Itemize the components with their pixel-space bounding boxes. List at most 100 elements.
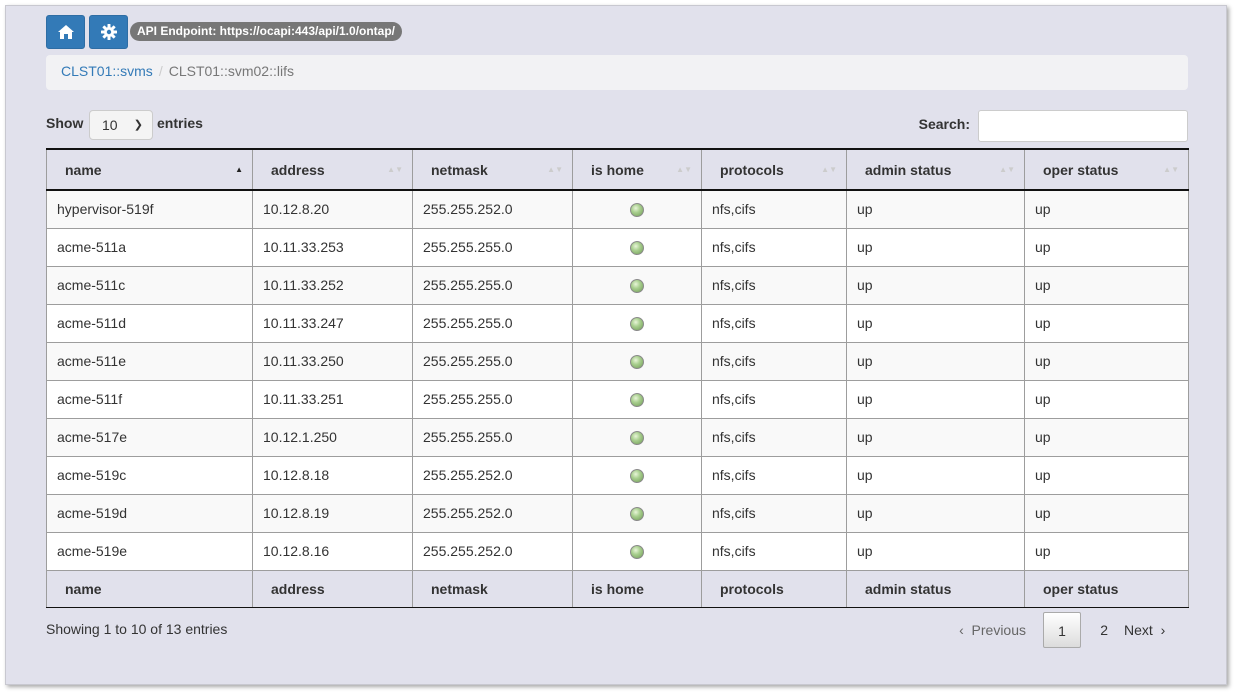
- cell-address: 10.11.33.251: [252, 379, 413, 419]
- column-header-oper-status[interactable]: oper status ▲▼: [1024, 148, 1189, 191]
- cell-address: 10.11.33.250: [252, 341, 413, 381]
- cell-is-home: [572, 189, 702, 229]
- cell-netmask: 255.255.255.0: [412, 265, 573, 305]
- previous-label: Previous: [971, 621, 1026, 638]
- table-body: hypervisor-519f 10.12.8.20 255.255.252.0 nf…: [46, 189, 1189, 571]
- cell-admin-status: up: [846, 265, 1025, 305]
- next-page-button[interactable]: Next ›: [1124, 612, 1188, 648]
- status-green-dot-icon: [630, 355, 644, 370]
- cell-address: 10.12.8.19: [252, 493, 413, 533]
- column-header-address[interactable]: address ▲▼: [252, 148, 413, 191]
- cell-netmask: 255.255.255.0: [412, 227, 573, 267]
- cell-name: acme-511d: [46, 303, 253, 343]
- main-content: API Endpoint: https://ocapi:443/api/1.0/…: [46, 15, 1189, 668]
- column-header-is-home[interactable]: is home ▲▼: [572, 148, 702, 191]
- chevron-left-icon: ‹: [959, 621, 964, 638]
- table-row: acme-511e 10.11.33.250 255.255.255.0 nfs,ci…: [46, 341, 1189, 381]
- cell-name: acme-517e: [46, 417, 253, 457]
- entries-length-select[interactable]: 10 ❯: [89, 110, 153, 140]
- cell-netmask: 255.255.255.0: [412, 303, 573, 343]
- column-header-admin-status[interactable]: admin status ▲▼: [846, 148, 1025, 191]
- cell-oper-status: up: [1024, 379, 1189, 419]
- cell-name: acme-511a: [46, 227, 253, 267]
- cell-netmask: 255.255.252.0: [412, 455, 573, 495]
- cell-name: acme-511c: [46, 265, 253, 305]
- cell-name: acme-519d: [46, 493, 253, 533]
- cell-is-home: [572, 531, 702, 571]
- cell-admin-status: up: [846, 493, 1025, 533]
- sort-icon: ▲▼: [387, 165, 403, 174]
- cell-oper-status: up: [1024, 303, 1189, 343]
- page-button-1[interactable]: 1: [1043, 611, 1081, 648]
- page-button-2[interactable]: 2: [1100, 612, 1108, 648]
- status-green-dot-icon: [630, 507, 644, 522]
- cell-admin-status: up: [846, 379, 1025, 419]
- cell-protocols: nfs,cifs: [701, 417, 847, 457]
- table-row: hypervisor-519f 10.12.8.20 255.255.252.0 nf…: [46, 189, 1189, 229]
- column-header-name[interactable]: name ▲: [46, 148, 253, 191]
- home-icon: [57, 25, 74, 39]
- cell-oper-status: up: [1024, 493, 1189, 533]
- column-footer-is-home: is home: [572, 569, 702, 608]
- column-footer-name: name: [46, 569, 253, 608]
- breadcrumb-link-svms[interactable]: CLST01::svms: [61, 63, 153, 79]
- cell-netmask: 255.255.255.0: [412, 417, 573, 457]
- cell-address: 10.12.1.250: [252, 417, 413, 457]
- cell-is-home: [572, 417, 702, 457]
- status-green-dot-icon: [630, 241, 644, 256]
- sort-icon: ▲▼: [547, 165, 563, 174]
- cell-address: 10.11.33.247: [252, 303, 413, 343]
- app-window: API Endpoint: https://ocapi:443/api/1.0/…: [5, 5, 1227, 685]
- home-button[interactable]: [46, 15, 85, 49]
- column-footer-oper-status: oper status: [1024, 569, 1189, 608]
- lifs-table: name ▲ address ▲▼ netmask ▲▼ is home ▲▼ prot…: [46, 148, 1189, 608]
- cell-protocols: nfs,cifs: [701, 455, 847, 495]
- cell-netmask: 255.255.255.0: [412, 379, 573, 419]
- table-row: acme-519d 10.12.8.19 255.255.252.0 nfs,cifs…: [46, 493, 1189, 533]
- previous-page-button[interactable]: ‹ Previous: [959, 612, 1026, 648]
- top-toolbar: API Endpoint: https://ocapi:443/api/1.0/…: [46, 15, 1188, 49]
- search-input[interactable]: [978, 110, 1188, 142]
- sort-icon: ▲▼: [999, 165, 1015, 174]
- table-info: Showing 1 to 10 of 13 entries: [46, 620, 228, 637]
- cell-address: 10.11.33.253: [252, 227, 413, 267]
- status-green-dot-icon: [630, 545, 644, 560]
- table-row: acme-511c 10.11.33.252 255.255.255.0 nfs,ci…: [46, 265, 1189, 305]
- column-header-protocols[interactable]: protocols ▲▼: [701, 148, 847, 191]
- sort-icon: ▲▼: [821, 165, 837, 174]
- cell-is-home: [572, 265, 702, 305]
- cell-is-home: [572, 227, 702, 267]
- settings-button[interactable]: [89, 15, 128, 49]
- cell-name: hypervisor-519f: [46, 189, 253, 229]
- cell-name: acme-511e: [46, 341, 253, 381]
- cell-admin-status: up: [846, 417, 1025, 457]
- cell-protocols: nfs,cifs: [701, 227, 847, 267]
- gear-icon: [100, 24, 117, 40]
- api-endpoint-badge: API Endpoint: https://ocapi:443/api/1.0/…: [130, 22, 403, 41]
- cell-oper-status: up: [1024, 341, 1189, 381]
- status-green-dot-icon: [630, 393, 644, 408]
- cell-protocols: nfs,cifs: [701, 265, 847, 305]
- cell-protocols: nfs,cifs: [701, 531, 847, 571]
- cell-admin-status: up: [846, 341, 1025, 381]
- table-row: acme-511f 10.11.33.251 255.255.255.0 nfs,ci…: [46, 379, 1189, 419]
- cell-address: 10.12.8.16: [252, 531, 413, 571]
- sort-icon: ▲▼: [1163, 165, 1179, 174]
- entries-length-value: 10: [102, 117, 118, 133]
- cell-netmask: 255.255.255.0: [412, 341, 573, 381]
- cell-admin-status: up: [846, 303, 1025, 343]
- cell-netmask: 255.255.252.0: [412, 189, 573, 229]
- cell-oper-status: up: [1024, 189, 1189, 229]
- column-footer-address: address: [252, 569, 413, 608]
- cell-protocols: nfs,cifs: [701, 303, 847, 343]
- table-row: acme-519c 10.12.8.18 255.255.252.0 nfs,cifs…: [46, 455, 1189, 495]
- cell-protocols: nfs,cifs: [701, 493, 847, 533]
- column-footer-netmask: netmask: [412, 569, 573, 608]
- header-row: name ▲ address ▲▼ netmask ▲▼ is home ▲▼ prot…: [46, 148, 1189, 191]
- cell-address: 10.11.33.252: [252, 265, 413, 305]
- column-header-netmask[interactable]: netmask ▲▼: [412, 148, 573, 191]
- column-footer-admin-status: admin status: [846, 569, 1025, 608]
- search-label: Search:: [918, 116, 970, 132]
- cell-admin-status: up: [846, 455, 1025, 495]
- status-green-dot-icon: [630, 469, 644, 484]
